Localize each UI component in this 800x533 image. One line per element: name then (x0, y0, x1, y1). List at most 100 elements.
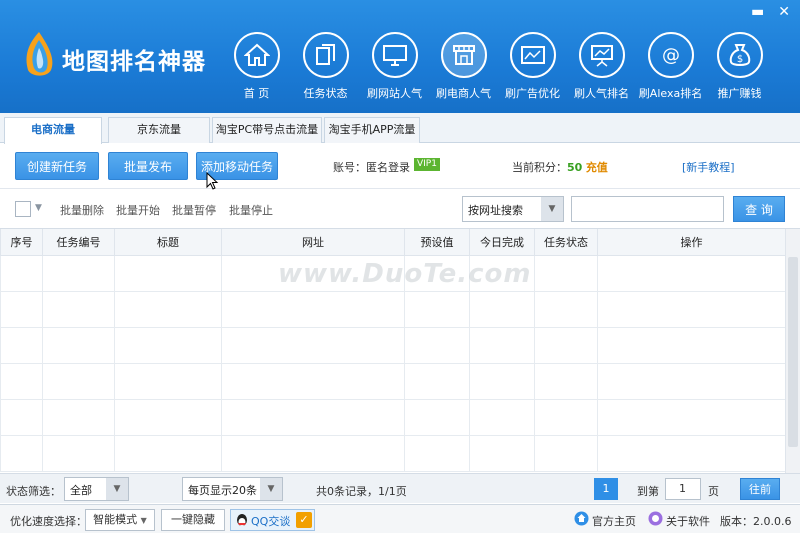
nav-label: 刷广告优化 (505, 87, 560, 100)
speed-mode-value: 智能模式 (93, 513, 138, 526)
chevron-down-icon: ▼ (140, 516, 147, 525)
chevron-down-icon: ▼ (541, 197, 563, 221)
search-input[interactable] (571, 196, 724, 222)
status-filter-select[interactable]: 全部 ▼ (64, 477, 129, 501)
version-label: 版本：2.0.0.6 (720, 515, 792, 528)
goto-page-input[interactable]: 1 (665, 478, 701, 500)
nav-ecommerce-traffic[interactable]: 刷电商人气 (429, 28, 498, 102)
filter-row: ▼ 批量删除 批量开始 批量暂停 批量停止 按网址搜索 ▼ 查 询 (0, 190, 800, 228)
nav-ad-optimize[interactable]: 刷广告优化 (498, 28, 567, 102)
batch-delete-button[interactable]: 批量删除 (60, 202, 104, 218)
status-bar: 优化速度选择： 智能模式 ▼ 一键隐藏 QQ交谈 ✓ 官方主页 关于软件 版本：… (0, 504, 800, 533)
batch-start-button[interactable]: 批量开始 (116, 202, 160, 218)
table-row (0, 398, 786, 436)
money-bag-icon: $ (729, 44, 750, 66)
nav-label: 刷Alexa排名 (638, 87, 703, 100)
tab-ecommerce[interactable]: 电商流量 (4, 117, 102, 144)
tab-taobao-pc[interactable]: 淘宝PC带号点击流量 (212, 117, 322, 143)
monitor-icon (382, 45, 407, 66)
nav-label: 任务状态 (303, 87, 348, 100)
per-page-value: 每页显示20条 (188, 484, 257, 497)
col-header-index[interactable]: 序号 (0, 229, 43, 256)
goto-button[interactable]: 往前 (740, 478, 780, 500)
col-header-status[interactable]: 任务状态 (534, 229, 598, 256)
main-nav: 首 页 任务状态 刷网站人气 刷电商人气 刷广告优化 刷人气排名 @ 刷Alex… (222, 28, 774, 102)
points-label: 当前积分： (512, 161, 567, 174)
logo-icon (26, 32, 53, 76)
app-header: 地图排名神器 ▬ ✕ 首 页 任务状态 刷网站人气 刷电商人气 刷广告优化 刷人… (0, 0, 800, 113)
speed-mode-select[interactable]: 智能模式 ▼ (85, 509, 155, 531)
batch-stop-button[interactable]: 批量停止 (229, 202, 273, 218)
house-circle-icon (574, 511, 589, 526)
official-site-link[interactable]: 官方主页 (592, 513, 636, 529)
home-icon (243, 43, 270, 66)
nav-label: 刷电商人气 (436, 87, 491, 100)
tutorial-link[interactable]: [新手教程] (682, 159, 735, 175)
search-type-value: 按网址搜索 (468, 204, 523, 217)
nav-home[interactable]: 首 页 (222, 28, 291, 102)
query-button[interactable]: 查 询 (733, 196, 785, 222)
pagination-row: 状态筛选： 全部 ▼ 每页显示20条 ▼ 共0条记录，1/1页 1 到第 1 页… (0, 473, 800, 503)
checkbox-dropdown-icon[interactable]: ▼ (35, 203, 42, 213)
vertical-scrollbar[interactable] (785, 229, 800, 473)
vip-badge: VIP1 (414, 158, 440, 171)
about-link[interactable]: 关于软件 (666, 513, 710, 529)
create-task-button[interactable]: 创建新任务 (15, 152, 99, 180)
batch-publish-button[interactable]: 批量发布 (108, 152, 188, 180)
nav-task-status[interactable]: 任务状态 (291, 28, 360, 102)
svg-text:@: @ (662, 45, 680, 66)
page-number-button[interactable]: 1 (594, 478, 618, 500)
goto-label: 到第 (637, 485, 659, 498)
close-button[interactable]: ✕ (778, 4, 790, 20)
chevron-down-icon: ▼ (106, 478, 128, 500)
col-header-url[interactable]: 网址 (221, 229, 405, 256)
batch-pause-button[interactable]: 批量暂停 (172, 202, 216, 218)
one-click-hide-button[interactable]: 一键隐藏 (161, 509, 225, 531)
nav-popularity-rank[interactable]: 刷人气排名 (567, 28, 636, 102)
nav-promote-earn[interactable]: $ 推广赚钱 (705, 28, 774, 102)
scrollbar-thumb[interactable] (788, 257, 798, 447)
documents-icon (315, 44, 335, 65)
table-row (0, 290, 786, 328)
col-header-title[interactable]: 标题 (114, 229, 222, 256)
per-page-select[interactable]: 每页显示20条 ▼ (182, 477, 283, 501)
chart-board-icon (590, 45, 613, 67)
nav-label: 推广赚钱 (717, 87, 762, 100)
page-unit-label: 页 (708, 485, 719, 498)
chevron-down-icon: ▼ (260, 478, 282, 500)
nav-label: 首 页 (243, 87, 270, 100)
qq-chat-label: QQ交谈 (251, 515, 291, 528)
tab-jd[interactable]: 京东流量 (108, 117, 210, 143)
recharge-link[interactable]: 充值 (586, 161, 608, 174)
table-header-row: 序号 任务编号 标题 网址 预设值 今日完成 任务状态 操作 (0, 229, 786, 256)
speed-label: 优化速度选择： (10, 515, 87, 528)
info-circle-icon (648, 511, 663, 526)
tab-bar: 电商流量 京东流量 淘宝PC带号点击流量 淘宝手机APP流量 (0, 113, 800, 144)
minimize-button[interactable]: ▬ (751, 4, 764, 20)
qq-chat-button[interactable]: QQ交谈 ✓ (230, 509, 315, 531)
nav-label: 刷网站人气 (367, 87, 422, 100)
table-row (0, 434, 786, 472)
col-header-today-done[interactable]: 今日完成 (469, 229, 535, 256)
nav-alexa-rank[interactable]: @ 刷Alexa排名 (636, 28, 705, 102)
select-all-checkbox[interactable] (15, 201, 31, 217)
task-table: 序号 任务编号 标题 网址 预设值 今日完成 任务状态 操作 www.DuoTe… (0, 228, 800, 473)
points-value: 50 (567, 161, 583, 174)
table-row (0, 362, 786, 400)
col-header-task-id[interactable]: 任务编号 (42, 229, 115, 256)
nav-website-traffic[interactable]: 刷网站人气 (360, 28, 429, 102)
search-type-select[interactable]: 按网址搜索 ▼ (462, 196, 564, 222)
app-title: 地图排名神器 (62, 49, 206, 75)
watermark: www.DuoTe.com (278, 259, 532, 289)
col-header-operations[interactable]: 操作 (597, 229, 786, 256)
svg-text:$: $ (736, 54, 742, 65)
col-header-preset[interactable]: 预设值 (404, 229, 470, 256)
tab-taobao-app[interactable]: 淘宝手机APP流量 (324, 117, 420, 143)
account-label: 账号：匿名登录 (333, 161, 410, 174)
status-filter-label: 状态筛选： (6, 485, 61, 498)
store-icon (452, 45, 475, 65)
mouse-cursor-icon (206, 172, 219, 190)
qq-penguin-icon (237, 514, 247, 526)
ad-icon (520, 46, 545, 64)
action-row: 创建新任务 批量发布 添加移动任务 账号：匿名登录 VIP1 当前积分：50 充… (0, 144, 800, 189)
